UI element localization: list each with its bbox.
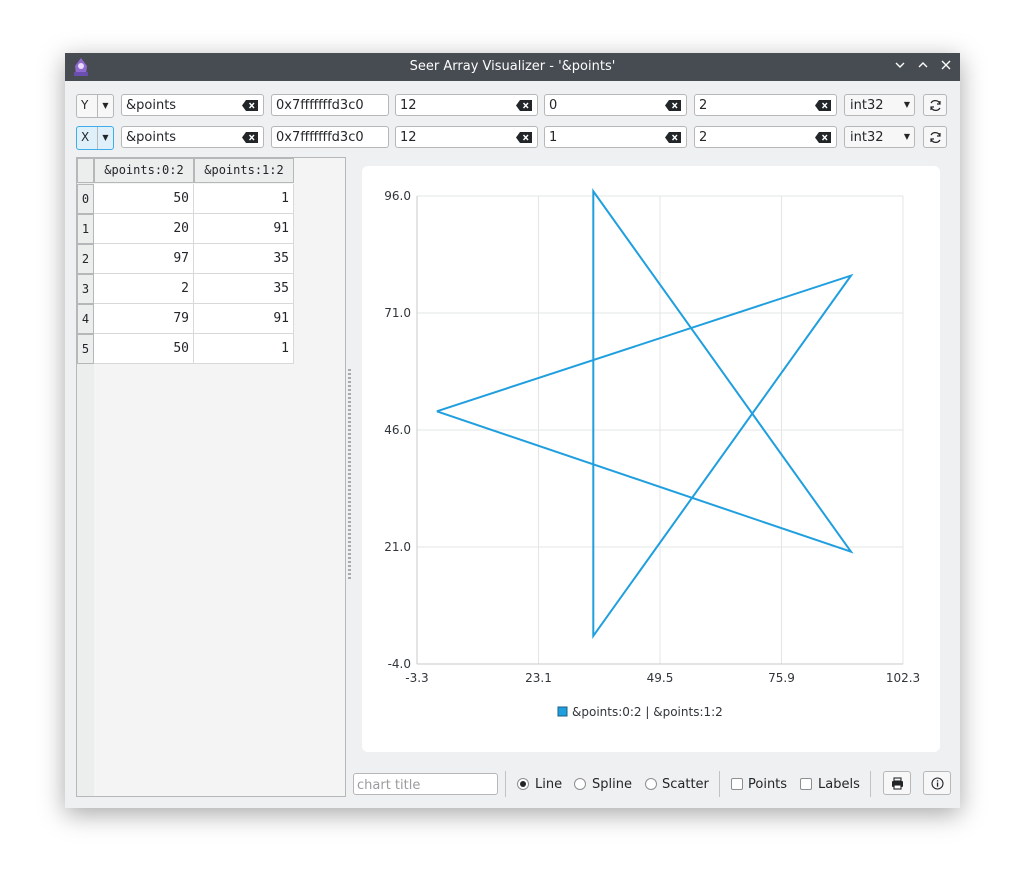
column-header[interactable]: &points:0:2 [94, 158, 194, 183]
labels-label[interactable]: Labels [818, 777, 860, 792]
x-tick-label: 49.5 [647, 671, 674, 685]
table-cell[interactable]: 35 [194, 244, 294, 274]
info-icon [931, 777, 944, 790]
chart-title-input[interactable] [357, 776, 495, 795]
spline-radio[interactable] [574, 778, 586, 790]
row-header[interactable]: 2 [77, 244, 94, 274]
table-cell[interactable]: 79 [94, 304, 194, 334]
chart-view[interactable]: -3.3 23.1 49.5 75.9 102.3 96.0 71.0 46.0 21.0 -4.… [362, 166, 940, 752]
refresh-button[interactable] [923, 94, 947, 116]
labels-checkbox[interactable] [800, 778, 812, 790]
y-tick-label: 46.0 [384, 423, 411, 437]
legend-marker [557, 706, 568, 717]
printer-icon [892, 777, 903, 790]
window-title: Seer Array Visualizer - '&points' [409, 59, 616, 74]
table-cell[interactable]: 1 [194, 334, 294, 364]
separator [870, 771, 871, 797]
y-tick-label: 96.0 [384, 189, 411, 203]
chart-toolbar: Line Spline Scatter Points Labels [353, 771, 953, 797]
clear-icon[interactable] [815, 100, 831, 111]
row-header[interactable]: 4 [77, 304, 94, 334]
x-tick-label: 23.1 [525, 671, 552, 685]
x-tick-label: -3.3 [405, 671, 428, 685]
print-button[interactable] [883, 771, 911, 795]
info-button[interactable] [923, 771, 951, 795]
axis-selector-x[interactable]: X ▼ [76, 126, 114, 150]
y-tick-label: 71.0 [384, 306, 411, 320]
title-bar: Seer Array Visualizer - '&points' [65, 53, 960, 81]
variable-input[interactable]: &points [121, 126, 264, 148]
chart-title-field[interactable] [353, 773, 498, 795]
scatter-label[interactable]: Scatter [662, 777, 709, 792]
clear-icon[interactable] [242, 100, 258, 111]
table-cell[interactable]: 35 [194, 274, 294, 304]
dropdown-arrow-icon: ▼ [97, 95, 113, 117]
minimize-button[interactable] [890, 57, 910, 77]
table-cell[interactable]: 50 [94, 334, 194, 364]
points-checkbox[interactable] [731, 778, 743, 790]
variable-input[interactable]: &points [121, 94, 264, 116]
spline-label[interactable]: Spline [592, 777, 632, 792]
maximize-button[interactable] [913, 57, 933, 77]
address-input[interactable]: 0x7fffffffd3c0 [271, 126, 389, 148]
clear-icon[interactable] [815, 132, 831, 143]
axis-label: Y [81, 98, 89, 112]
table-cell[interactable]: 91 [194, 304, 294, 334]
line-label[interactable]: Line [535, 777, 562, 792]
x-tick-label: 102.3 [886, 671, 920, 685]
line-radio[interactable] [517, 778, 529, 790]
chevron-down-icon [895, 62, 905, 68]
row-header[interactable]: 0 [77, 184, 94, 214]
type-selector[interactable]: int32 ▼ [844, 126, 915, 148]
close-icon [941, 60, 951, 70]
dropdown-arrow-icon: ▼ [903, 132, 911, 141]
stride-input[interactable]: 2 [694, 126, 837, 148]
type-selector[interactable]: int32 ▼ [844, 94, 915, 116]
refresh-button[interactable] [923, 126, 947, 148]
table-cell[interactable]: 91 [194, 214, 294, 244]
separator [505, 771, 506, 797]
refresh-icon [930, 100, 941, 111]
offset-input[interactable]: 1 [544, 126, 687, 148]
table-cell[interactable]: 2 [94, 274, 194, 304]
values-table[interactable]: &points:0:2 &points:1:2 0 50 1 1 20 91 2… [76, 157, 346, 797]
y-tick-label: -4.0 [388, 657, 411, 671]
offset-input[interactable]: 0 [544, 94, 687, 116]
row-header[interactable]: 1 [77, 214, 94, 244]
stride-input[interactable]: 2 [694, 94, 837, 116]
table-cell[interactable]: 20 [94, 214, 194, 244]
close-button[interactable] [936, 57, 956, 77]
series-line [436, 188, 854, 640]
count-input[interactable]: 12 [395, 126, 538, 148]
row-header[interactable]: 3 [77, 274, 94, 304]
dropdown-arrow-icon: ▼ [903, 100, 911, 109]
scatter-radio[interactable] [645, 778, 657, 790]
clear-icon[interactable] [516, 132, 532, 143]
row-header[interactable]: 5 [77, 334, 94, 364]
column-header[interactable]: &points:1:2 [194, 158, 294, 183]
count-input[interactable]: 12 [395, 94, 538, 116]
table-cell[interactable]: 1 [194, 184, 294, 214]
address-input[interactable]: 0x7fffffffd3c0 [271, 94, 389, 116]
table-cell[interactable]: 97 [94, 244, 194, 274]
separator [719, 771, 720, 797]
clear-icon[interactable] [516, 100, 532, 111]
refresh-icon [930, 132, 941, 143]
splitter-handle[interactable] [348, 369, 351, 579]
table-cell[interactable]: 50 [94, 184, 194, 214]
y-tick-label: 21.0 [384, 540, 411, 554]
line-chart: -3.3 23.1 49.5 75.9 102.3 96.0 71.0 46.0 21.0 -4.… [384, 188, 920, 719]
table-corner[interactable] [77, 158, 94, 183]
dropdown-arrow-icon: ▼ [97, 127, 113, 149]
clear-icon[interactable] [665, 100, 681, 111]
clear-icon[interactable] [242, 132, 258, 143]
points-label[interactable]: Points [748, 777, 787, 792]
x-tick-label: 75.9 [768, 671, 795, 685]
clear-icon[interactable] [665, 132, 681, 143]
axis-selector-y[interactable]: Y ▼ [76, 94, 114, 118]
chevron-up-icon [918, 62, 928, 68]
axis-label: X [81, 130, 90, 144]
visualizer-window: Seer Array Visualizer - '&points' Y ▼ &p… [65, 53, 960, 808]
legend-label: &points:0:2 | &points:1:2 [572, 705, 723, 719]
